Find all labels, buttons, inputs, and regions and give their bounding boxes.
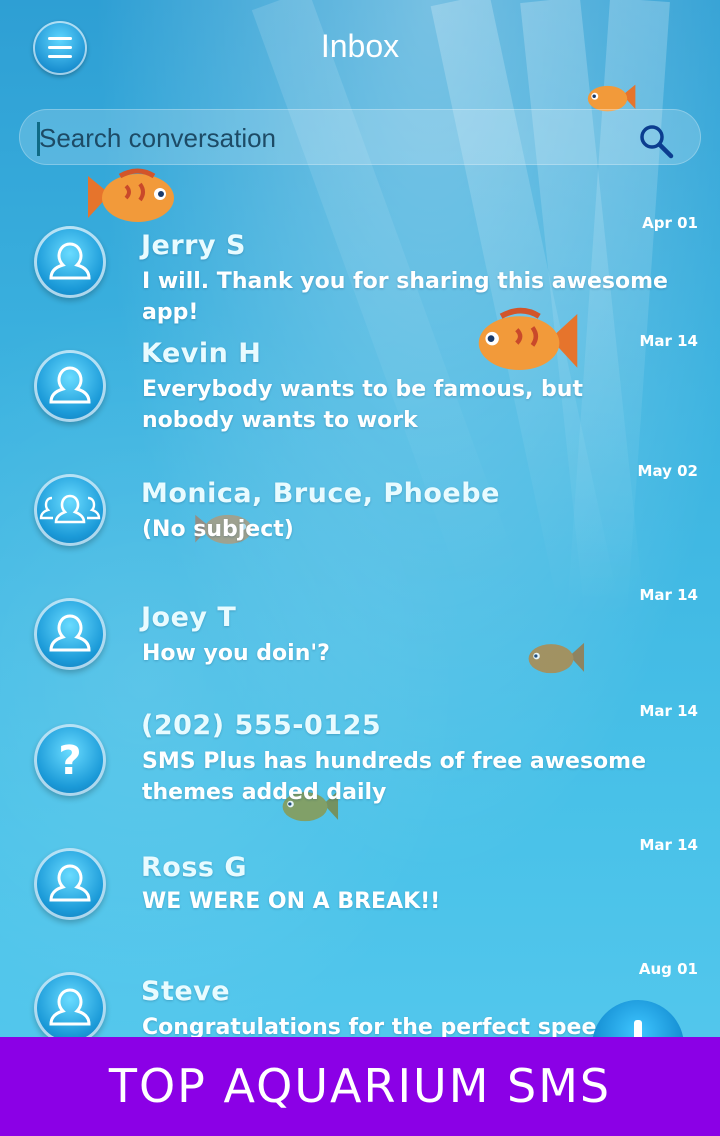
conversation-item[interactable]: Jerry S I will. Thank you for sharing th… <box>0 206 720 325</box>
message-date: May 02 <box>637 462 698 480</box>
promo-banner: TOP AQUARIUM SMS <box>0 1037 720 1136</box>
message-date: Mar 14 <box>639 836 698 854</box>
person-icon <box>34 972 106 1037</box>
svg-text:?: ? <box>58 738 81 784</box>
contact-name: Ross G <box>141 852 248 883</box>
person-icon <box>34 848 106 920</box>
message-preview: SMS Plus has hundreds of free awesome th… <box>142 749 647 805</box>
search-input[interactable] <box>37 117 631 159</box>
message-date: Mar 14 <box>639 332 698 350</box>
conversation-item[interactable]: Kevin H Everybody wants to be famous, bu… <box>0 326 720 450</box>
contact-name: Monica, Bruce, Phoebe <box>141 478 500 509</box>
question-icon: ? <box>34 724 106 796</box>
person-icon <box>34 598 106 670</box>
contact-name: Steve <box>141 976 231 1007</box>
message-preview: WE WERE ON A BREAK!! <box>142 889 441 914</box>
message-date: Aug 01 <box>638 960 698 978</box>
text-cursor <box>37 122 40 156</box>
message-preview: (No subject) <box>142 517 294 542</box>
message-preview: Everybody wants to be famous, but nobody… <box>142 377 583 433</box>
message-preview: I will. Thank you for sharing this aweso… <box>142 269 668 325</box>
page-title: Inbox <box>320 28 400 64</box>
person-icon <box>34 350 106 422</box>
contact-name: Joey T <box>141 602 237 633</box>
banner-text: TOP AQUARIUM SMS <box>108 1059 612 1113</box>
search-icon[interactable] <box>638 123 674 159</box>
message-date: Mar 14 <box>639 586 698 604</box>
message-preview: Congratulations for the perfect speech h… <box>142 1015 612 1037</box>
conversation-item[interactable]: Joey T How you doin'? Mar 14 <box>0 584 720 694</box>
message-preview: How you doin'? <box>142 641 330 666</box>
conversation-item[interactable]: Monica, Bruce, Phoebe (No subject) May 0… <box>0 460 720 570</box>
conversation-item[interactable]: ? (202) 555-0125 SMS Plus has hundreds o… <box>0 700 720 830</box>
search-bar[interactable] <box>19 109 701 165</box>
message-date: Mar 14 <box>639 702 698 720</box>
app-header: Inbox <box>0 0 720 96</box>
contact-name: Jerry S <box>141 230 246 261</box>
contact-name: (202) 555-0125 <box>141 710 382 741</box>
conversation-item[interactable]: Ross G WE WERE ON A BREAK!! Mar 14 <box>0 836 720 946</box>
person-icon <box>34 226 106 298</box>
message-date: Apr 01 <box>642 214 698 232</box>
contact-name: Kevin H <box>141 338 262 369</box>
group-icon <box>34 474 106 546</box>
